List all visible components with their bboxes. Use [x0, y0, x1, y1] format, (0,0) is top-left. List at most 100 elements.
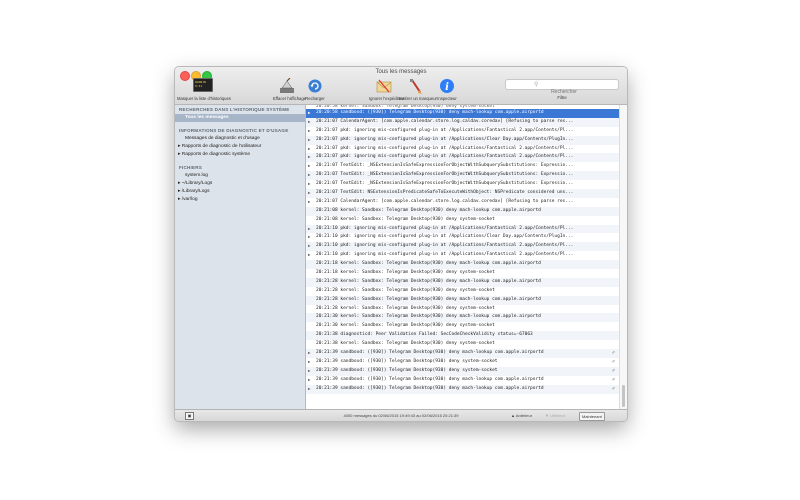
hide-log-list-button[interactable]: WARNIN 9:41 Masquer la liste d'historique… [177, 78, 231, 101]
log-row[interactable]: ▶ 20:21:07 pkd: ignoring mis-configured p… [306, 153, 619, 163]
disclosure-triangle-icon[interactable]: ▶ [308, 180, 310, 189]
disclosure-triangle-icon[interactable]: ▶ [308, 109, 310, 118]
log-row-text: 20:21:10 pkd: ignoring mis-configured pl… [316, 252, 574, 258]
svg-text:i: i [445, 82, 449, 93]
later-label: Ultérieur [550, 412, 566, 418]
disclosure-triangle-icon[interactable]: ▶ [308, 198, 310, 207]
disclosure-triangle-icon[interactable]: ▶ [308, 145, 310, 154]
log-row[interactable]: ▶ 20:21:10 pkd: ignoring mis-configured p… [306, 233, 619, 242]
disclosure-triangle-icon[interactable]: ▶ [308, 242, 310, 251]
log-row[interactable]: ▶ 20:20:58 sandboxd: ([930]) Telegram Des… [306, 109, 619, 118]
log-row[interactable]: ▶ 20:21:07 pkd: ignoring mis-configured p… [306, 127, 619, 136]
sidebar-item-label: Rapports de diagnostic de l'utilisateur [181, 144, 262, 149]
log-row[interactable]: ▶ 20:21:07 pkd: ignoring mis-configured p… [306, 145, 619, 154]
log-row-text: 20:21:10 pkd: ignoring mis-configured pl… [316, 225, 574, 231]
disclosure-triangle-icon[interactable]: ▶ [308, 153, 310, 162]
marker-icon [410, 79, 422, 94]
log-row[interactable]: 20:21:30 kernel: Sandbox: Telegram Deskt… [306, 313, 619, 323]
sidebar-item-system-reports[interactable]: ▸ Rapports de diagnostic système [175, 151, 305, 159]
later-button[interactable]: ▼ Ultérieur [545, 413, 565, 418]
log-scrollbar[interactable] [619, 105, 627, 409]
disclosure-triangle-icon[interactable]: ▶ [308, 358, 310, 367]
scrollbar-thumb[interactable] [622, 385, 625, 407]
paperclip-icon[interactable]: ✐ [612, 376, 615, 385]
log-row[interactable]: ▶ 20:21:10 pkd: ignoring mis-configured p… [306, 242, 619, 252]
log-row[interactable]: 20:21:30 kernel: Sandbox: Telegram Deskt… [306, 322, 619, 331]
toolbar: Tous les messages WARNIN 9:41 Masquer la … [175, 67, 627, 105]
search-field[interactable]: ⚲ [505, 79, 619, 97]
paperclip-icon[interactable]: ✐ [612, 385, 615, 394]
paperclip-icon[interactable]: ✐ [612, 358, 615, 367]
log-row[interactable]: ▶ 20:21:07 CalendarAgent: [com.apple.cale… [306, 198, 619, 207]
sidebar-item-library-logs[interactable]: ▸ /Library/Logs [175, 188, 305, 196]
console-app-icon: WARNIN 9:41 [177, 78, 229, 94]
disclosure-triangle-icon[interactable]: ▶ [308, 251, 310, 260]
sidebar-item-diagnostic-messages[interactable]: Messages de diagnostic et d'usage [175, 135, 305, 143]
disclosure-triangle-icon[interactable]: ▶ [308, 189, 310, 198]
clear-display-button[interactable]: Effacer l'affichage [273, 78, 306, 101]
sidebar-item-user-reports[interactable]: ▸ Rapports de diagnostic de l'utilisateu… [175, 143, 305, 151]
log-row[interactable]: 20:21:38 diagnosticd: Peer Validation Fa… [306, 331, 619, 341]
disclosure-triangle-icon[interactable]: ▶ [308, 367, 310, 376]
log-row[interactable]: ▶ 20:21:07 CalendarAgent: [com.apple.cale… [306, 117, 619, 127]
disclosure-triangle-icon[interactable]: ▶ [308, 118, 310, 127]
log-row[interactable]: ▶ 20:21:39 sandboxd: ([930]) Telegram Des… [306, 366, 619, 376]
log-row-text: 20:21:08 kernel: Sandbox: Telegram Deskt… [316, 207, 541, 213]
log-row-text: 20:21:28 kernel: Sandbox: Telegram Deskt… [316, 287, 495, 293]
log-row[interactable]: ▶ 20:21:10 pkd: ignoring mis-configured p… [306, 224, 619, 234]
disclosure-triangle-icon[interactable]: ▶ [308, 376, 310, 385]
disclosure-triangle-icon[interactable]: ▶ [308, 349, 310, 358]
disclosure-triangle-icon[interactable]: ▶ [308, 127, 310, 136]
sidebar-item-var-log[interactable]: ▸ /var/log [175, 196, 305, 204]
log-row[interactable]: ▶ 20:21:07 pkd: ignoring mis-configured p… [306, 135, 619, 145]
log-row[interactable]: 20:21:18 kernel: Sandbox: Telegram Deskt… [306, 260, 619, 270]
log-row[interactable]: ▶ 20:21:10 pkd: ignoring mis-configured p… [306, 251, 619, 260]
paperclip-icon[interactable]: ✐ [612, 349, 615, 358]
log-row[interactable]: 20:21:28 kernel: Sandbox: Telegram Deskt… [306, 305, 619, 314]
earlier-button[interactable]: ▲ Antérieur [511, 413, 532, 418]
sidebar-item-label: Rapports de diagnostic système [181, 152, 251, 157]
disclosure-triangle-icon[interactable]: ▶ [308, 136, 310, 145]
log-row[interactable]: 20:21:08 kernel: Sandbox: Telegram Deskt… [306, 206, 619, 216]
reload-button[interactable]: Recharger [303, 78, 327, 101]
disclosure-triangle-icon[interactable]: ▶ [308, 385, 310, 394]
disclosure-triangle-icon[interactable]: ▶ [308, 171, 310, 180]
log-row[interactable]: ▶ 20:21:39 sandboxd: ([930]) Telegram Des… [306, 376, 619, 385]
envelope-icon [376, 79, 392, 93]
log-row[interactable]: 20:21:08 kernel: Sandbox: Telegram Deskt… [306, 216, 619, 225]
log-row[interactable]: 20:21:28 kernel: Sandbox: Telegram Deskt… [306, 277, 619, 287]
log-row[interactable]: 20:21:28 kernel: Sandbox: Telegram Deskt… [306, 295, 619, 305]
ignore-sender-button[interactable]: Ignorer l'expéditeur [369, 78, 405, 101]
insert-marker-button[interactable]: Insérer un marqueur [399, 78, 437, 101]
now-button[interactable]: Maintenant [579, 411, 605, 421]
log-row[interactable]: ▶ 20:21:07 TextEdit: _NSExtensionIsSafeEx… [306, 171, 619, 181]
log-row-text: 20:21:39 sandboxd: ([930]) Telegram Desk… [316, 358, 498, 364]
log-row-text: 20:21:07 pkd: ignoring mis-configured pl… [316, 136, 574, 142]
disclosure-triangle-icon[interactable]: ▶ [308, 233, 310, 242]
log-row-text: 20:21:07 TextEdit: _NSExtensionIsSafeExp… [316, 163, 574, 169]
log-row[interactable]: 20:21:38 kernel: Sandbox: Telegram Deskt… [306, 340, 619, 349]
sidebar-heading-system-log: RECHERCHES DANS L'HISTORIQUE SYSTÈME [179, 107, 290, 112]
log-row[interactable]: ▶ 20:21:39 sandboxd: ([930]) Telegram Des… [306, 384, 619, 394]
sidebar-item-all-messages[interactable]: Tous les messages [175, 114, 305, 122]
log-row[interactable]: ▶ 20:21:07 TextEdit: _NSExtensionIsSafeEx… [306, 162, 619, 171]
log-row[interactable]: 20:21:18 kernel: Sandbox: Telegram Deskt… [306, 269, 619, 278]
log-row-text: 20:21:07 pkd: ignoring mis-configured pl… [316, 154, 574, 160]
log-row[interactable]: ▶ 20:21:07 TextEdit: _NSExtensionIsSafeEx… [306, 180, 619, 189]
paperclip-icon[interactable]: ✐ [612, 367, 615, 376]
log-row[interactable]: ▶ 20:21:39 sandboxd: ([930]) Telegram Des… [306, 358, 619, 367]
sidebar-heading-diagnostics: INFORMATIONS DE DIAGNOSTIC ET D'USAGE [179, 128, 289, 133]
sidebar-item-user-library-logs[interactable]: ▸ ~/Library/Logs [175, 180, 305, 188]
disclosure-triangle-icon[interactable]: ▶ [308, 225, 310, 234]
status-bar: ▣ 4000 messages du 02/06/2015 19:49:43 a… [175, 409, 627, 421]
inspector-button[interactable]: i Inspecteur [433, 78, 461, 101]
sidebar-item-system-log[interactable]: system.log [175, 172, 305, 180]
log-row-text: 20:21:30 kernel: Sandbox: Telegram Deskt… [316, 314, 541, 320]
log-row[interactable]: 20:21:28 kernel: Sandbox: Telegram Deskt… [306, 287, 619, 296]
log-message-list[interactable]: 20:20:58 kernel: Sandbox: Telegram Deskt… [306, 105, 619, 409]
log-row-text: 20:21:07 CalendarAgent: [com.apple.calen… [316, 198, 574, 204]
disclosure-triangle-icon[interactable]: ▶ [308, 162, 310, 171]
log-row[interactable]: ▶ 20:21:39 sandboxd: ([930]) Telegram Des… [306, 349, 619, 358]
log-row[interactable]: ▶ 20:21:07 TextEdit: NSExtensionIsPredica… [306, 189, 619, 198]
log-row-text: 20:21:38 diagnosticd: Peer Validation Fa… [316, 332, 533, 338]
